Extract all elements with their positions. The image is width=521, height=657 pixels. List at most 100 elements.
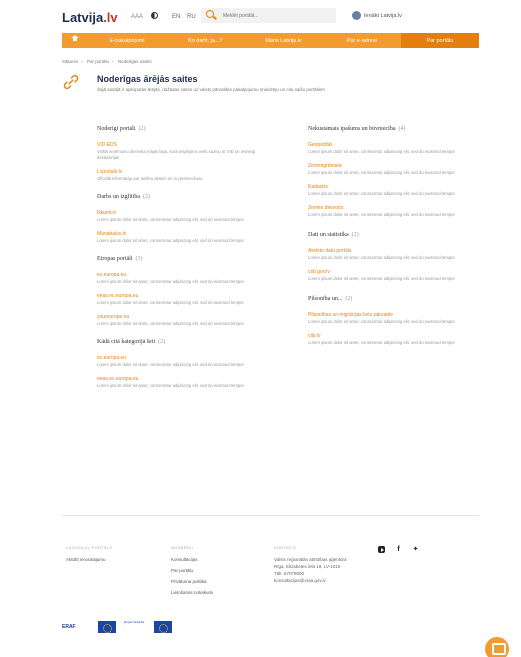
link-item: Kadastrs Lorem ipsum dolor sit amet, cons… xyxy=(308,184,488,197)
footer-link[interactable]: Privātuma politika xyxy=(171,579,213,584)
site-header: Latvija.lv AAA EN RU Ienākt Latvija.lv xyxy=(0,0,521,32)
link-description: Lorem ipsum dolor sit amet, consectetur … xyxy=(308,170,455,175)
external-link[interactable]: Manabalss.lv xyxy=(97,231,277,237)
site-logo[interactable]: Latvija.lv xyxy=(62,10,118,25)
link-item: Pilsonības un migrācijas lietu pārvalde L… xyxy=(308,312,488,325)
search-icon[interactable] xyxy=(206,10,214,18)
nav-my-latvija[interactable]: Mans Latvija.lv xyxy=(244,33,322,48)
link-section: Dati un statistika (2) Atvērto datu portā… xyxy=(308,232,488,282)
external-link[interactable]: eeas.ec.europa.eu xyxy=(97,376,277,382)
nav-what-to-do[interactable]: Ko darīt, ja...? xyxy=(166,33,244,48)
link-description: Lorem ipsum dolor sit amet, consectetur … xyxy=(97,217,244,222)
link-item: Lvportals.lv Oficiālā informācija par tie… xyxy=(97,169,277,182)
language-switcher[interactable]: EN RU xyxy=(172,14,201,20)
search-input[interactable] xyxy=(223,11,328,20)
link-item: Zemesgrāmata Lorem ipsum dolor sit amet, … xyxy=(308,163,488,176)
contrast-icon[interactable] xyxy=(151,12,158,19)
link-item: Zemes dienests Lorem ipsum dolor sit amet… xyxy=(308,205,488,218)
link-description: Lorem ipsum dolor sit amet, consectetur … xyxy=(97,300,244,305)
eu-flag-icon xyxy=(98,621,116,633)
section-title: Darbs un izglītība (2) xyxy=(97,194,150,200)
link-description: Oficiālā informācija par tiesību aktiem … xyxy=(97,176,203,181)
youtube-icon[interactable] xyxy=(378,546,385,553)
external-link[interactable]: Zemes dienests xyxy=(308,205,488,211)
home-icon xyxy=(71,35,79,43)
footer-heading: Latvija.lv portāls xyxy=(66,545,113,550)
footer-contact: Valsts reģionālās attīstības aģentūra xyxy=(274,557,347,562)
footer-heading: Noderīgi xyxy=(171,545,194,550)
section-title: Kādā citā kategorijā šeit (2) xyxy=(97,339,166,345)
external-link[interactable]: Nkuml.lv xyxy=(97,210,277,216)
twitter-icon[interactable]: ✦ xyxy=(412,546,419,553)
link-item: Atvērto datu portāls Lorem ipsum dolor si… xyxy=(308,248,488,261)
link-description: Lorem ipsum dolor sit amet, consectetur … xyxy=(97,362,244,367)
chat-button[interactable] xyxy=(485,637,509,657)
external-link[interactable]: Pilsonības un migrācijas lietu pārvalde xyxy=(308,312,488,318)
external-link[interactable]: Atvērto datu portāls xyxy=(308,248,488,254)
link-section: Pilsonība un... (2) Pilsonības un migrāci… xyxy=(308,296,488,346)
external-link[interactable]: youreurope.eu xyxy=(97,314,277,320)
language-ru[interactable]: RU xyxy=(187,14,196,20)
nav-home[interactable] xyxy=(62,33,88,48)
funding-logos: ERAF Eiropas Savienība xyxy=(62,620,172,634)
external-link[interactable]: Zemesgrāmata xyxy=(308,163,488,169)
nav-about-portal[interactable]: Par portālu xyxy=(400,33,480,48)
login-button[interactable]: Ienākt Latvija.lv xyxy=(352,10,462,23)
section-title: Nekustamais īpašums un būvniecība (4) xyxy=(308,126,406,132)
link-description: Lorem ipsum dolor sit amet, consectetur … xyxy=(308,319,455,324)
link-item: eeas.ec.europa.eu Lorem ipsum dolor sit a… xyxy=(97,376,277,389)
nav-e-address[interactable]: Par e-adresi xyxy=(323,33,401,48)
nav-e-services[interactable]: E-pakalpojumi xyxy=(88,33,166,48)
main-nav: E-pakalpojumi Ko darīt, ja...? Mans Latv… xyxy=(62,33,480,48)
link-description: Lorem ipsum dolor sit amet, consectetur … xyxy=(97,238,244,243)
search-box[interactable] xyxy=(201,8,336,23)
links-column-right: Nekustamais īpašums un būvniecība (4) Geo… xyxy=(308,126,488,354)
footer-email-link[interactable]: konsultacijas@vraa.gov.lv xyxy=(274,578,346,583)
breadcrumb-item[interactable]: Par portālu xyxy=(87,59,109,64)
link-item: eeas.ec.europa.eu Lorem ipsum dolor sit a… xyxy=(97,293,277,306)
section-title: Dati un statistika (2) xyxy=(308,232,359,238)
link-description: Lorem ipsum dolor sit amet, consectetur … xyxy=(97,321,244,326)
external-link[interactable]: Kadastrs xyxy=(308,184,488,190)
facebook-icon[interactable]: f xyxy=(395,546,402,553)
link-item: cilp.lv Lorem ipsum dolor sit amet, conse… xyxy=(308,333,488,346)
footer-heading: Kontakti xyxy=(274,545,297,550)
external-link[interactable]: ec.europa.eu xyxy=(97,272,277,278)
link-description: Lorem ipsum dolor sit amet, consectetur … xyxy=(97,383,244,388)
links-column-left: Noderīgi portāli (2) VID EDS Valsts ieņēmu… xyxy=(97,126,277,397)
link-item: VID EDS Valsts ieņēmumu dienesta mājas la… xyxy=(97,142,277,161)
breadcrumb-current: Noderīgas saites xyxy=(117,59,152,64)
footer-link[interactable]: Lietošanas noteikumi xyxy=(171,590,213,595)
user-icon xyxy=(352,11,361,20)
external-link[interactable]: VID EDS xyxy=(97,142,277,148)
footer-column-portal: Latvija.lv portāls Atsūtīt ierosinājumu xyxy=(66,545,112,568)
link-section: Nekustamais īpašums un būvniecība (4) Geo… xyxy=(308,126,488,218)
link-description: Lorem ipsum dolor sit amet, consectetur … xyxy=(308,340,455,345)
external-link[interactable]: csb.gov.lv xyxy=(308,269,488,275)
footer-column-contacts: Kontakti Valsts reģionālās attīstības aģ… xyxy=(274,545,346,585)
link-item: ec.europa.eu Lorem ipsum dolor sit amet, … xyxy=(97,355,277,368)
link-description: Lorem ipsum dolor sit amet, consectetur … xyxy=(308,149,455,154)
link-section: Noderīgi portāli (2) VID EDS Valsts ieņēmu… xyxy=(97,126,277,182)
link-icon xyxy=(63,74,79,90)
link-section: Kādā citā kategorijā šeit (2) ec.europa.e… xyxy=(97,339,277,389)
text-size-control[interactable]: AAA xyxy=(131,14,143,20)
social-links: f ✦ xyxy=(378,546,419,553)
language-en[interactable]: EN xyxy=(172,14,180,20)
external-link[interactable]: cilp.lv xyxy=(308,333,488,339)
footer-link[interactable]: Konsultācijas xyxy=(171,557,213,562)
link-item: csb.gov.lv Lorem ipsum dolor sit amet, co… xyxy=(308,269,488,282)
section-title: Noderīgi portāli (2) xyxy=(97,126,146,132)
link-item: Geoportāls Lorem ipsum dolor sit amet, co… xyxy=(308,142,488,155)
link-item: Nkuml.lv Lorem ipsum dolor sit amet, cons… xyxy=(97,210,277,223)
page-title: Noderīgas ārējās saites xyxy=(97,74,198,84)
external-link[interactable]: Lvportals.lv xyxy=(97,169,277,175)
external-link[interactable]: eeas.ec.europa.eu xyxy=(97,293,277,299)
footer-link[interactable]: Par portālu xyxy=(171,568,213,573)
external-link[interactable]: Geoportāls xyxy=(308,142,488,148)
link-description: Valsts ieņēmumu dienesta mājas lapa, kur… xyxy=(97,149,256,160)
link-description: Lorem ipsum dolor sit amet, consectetur … xyxy=(308,276,455,281)
external-link[interactable]: ec.europa.eu xyxy=(97,355,277,361)
footer-link[interactable]: Atsūtīt ierosinājumu xyxy=(66,557,112,562)
breadcrumb-item[interactable]: Sākums xyxy=(62,59,78,64)
